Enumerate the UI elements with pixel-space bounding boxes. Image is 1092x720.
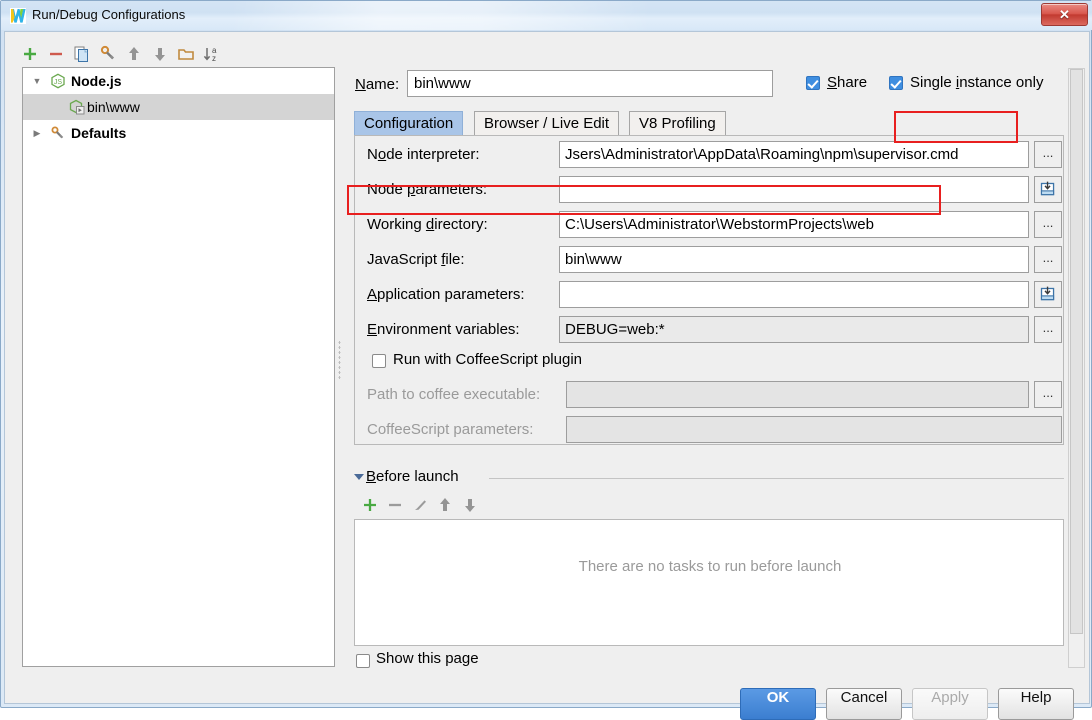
node-interpreter-input[interactable]	[559, 141, 1029, 168]
create-folder-button[interactable]	[175, 42, 197, 66]
coffeescript-parameters-input	[566, 416, 1062, 443]
share-checkbox[interactable]	[806, 76, 820, 90]
sort-configurations-button[interactable]: a z	[201, 42, 223, 66]
remove-configuration-button[interactable]	[45, 42, 67, 66]
dialog-window: Run/Debug Configurations ✕ a z ▼ JS Node…	[0, 0, 1092, 720]
panel-splitter[interactable]	[336, 68, 344, 666]
remove-task-button[interactable]	[383, 494, 408, 516]
tree-node-label: Node.js	[71, 73, 122, 89]
run-with-coffeescript-label[interactable]: Run with CoffeeScript plugin	[393, 351, 582, 368]
apply-button: Apply	[912, 688, 988, 720]
configurations-tree[interactable]: ▼ JS Node.js bin\www ▶ Defaults	[22, 67, 335, 667]
environment-variables-input[interactable]	[559, 316, 1029, 343]
close-window-button[interactable]: ✕	[1041, 3, 1088, 26]
name-label: Name:	[355, 76, 400, 93]
move-task-down-button[interactable]	[458, 494, 483, 516]
working-directory-browse-button[interactable]: ...	[1034, 211, 1062, 238]
node-interpreter-label: Node interpreter:	[367, 146, 480, 163]
title-bar: Run/Debug Configurations ✕	[1, 1, 1092, 30]
scrollbar-thumb[interactable]	[1070, 69, 1083, 634]
expand-editor-icon	[1040, 286, 1055, 301]
tab-v8-profiling[interactable]: V8 Profiling	[629, 111, 726, 136]
move-task-up-button[interactable]	[433, 494, 458, 516]
node-interpreter-browse-button[interactable]: ...	[1034, 141, 1062, 168]
environment-variables-label: Environment variables:	[367, 321, 520, 338]
dialog-button-bar: OK Cancel Apply Help	[5, 668, 1091, 720]
titlebar-sheen	[231, 1, 651, 30]
show-this-page-checkbox[interactable]	[356, 654, 370, 668]
svg-text:JS: JS	[54, 79, 63, 86]
coffee-path-input	[566, 381, 1029, 408]
javascript-file-browse-button[interactable]: ...	[1034, 246, 1062, 273]
run-with-coffeescript-checkbox[interactable]	[372, 354, 386, 368]
configuration-tab-body: Node interpreter: ... Node parameters: W…	[354, 135, 1064, 445]
editor-panel-scrollbar[interactable]	[1068, 68, 1085, 668]
splitter-grip-icon	[338, 340, 341, 380]
application-parameters-input[interactable]	[559, 281, 1029, 308]
close-icon: ✕	[1059, 7, 1070, 22]
add-configuration-button[interactable]	[19, 42, 41, 66]
application-parameters-label: Application parameters:	[367, 286, 525, 303]
copy-configuration-button[interactable]	[71, 42, 93, 66]
move-up-button[interactable]	[123, 42, 145, 66]
edit-defaults-button[interactable]	[97, 42, 119, 66]
nodejs-run-icon	[69, 99, 85, 115]
expand-arrow-icon[interactable]: ▼	[29, 68, 45, 94]
tab-configuration[interactable]: Configuration	[354, 111, 464, 136]
before-launch-title: Before launch	[366, 468, 459, 485]
move-down-button[interactable]	[149, 42, 171, 66]
webstorm-icon	[10, 8, 26, 24]
collapse-arrow-icon[interactable]: ▶	[29, 120, 45, 146]
working-directory-input[interactable]	[559, 211, 1029, 238]
javascript-file-label: JavaScript file:	[367, 251, 465, 268]
wrench-icon	[51, 126, 64, 139]
before-launch-task-list[interactable]: There are no tasks to run before launch	[354, 519, 1064, 646]
tree-node-nodejs[interactable]: ▼ JS Node.js	[23, 68, 334, 94]
svg-text:z: z	[212, 54, 216, 63]
single-instance-checkbox[interactable]	[889, 76, 903, 90]
add-task-button[interactable]	[358, 494, 383, 516]
tab-browser-live-edit[interactable]: Browser / Live Edit	[474, 111, 620, 136]
cancel-button[interactable]: Cancel	[826, 688, 902, 720]
before-launch-collapse-icon[interactable]	[354, 474, 364, 480]
application-parameters-expand-button[interactable]	[1034, 281, 1062, 308]
help-button[interactable]: Help	[998, 688, 1074, 720]
name-input[interactable]	[407, 70, 773, 97]
window-title: Run/Debug Configurations	[32, 7, 186, 22]
dialog-client-area: a z ▼ JS Node.js bin\www ▶ Defaults Name…	[4, 31, 1091, 720]
configurations-toolbar: a z	[19, 42, 329, 68]
tree-node-label: Defaults	[71, 125, 127, 141]
before-launch-header: Before launch	[354, 468, 1064, 488]
tree-node-bin-www[interactable]: bin\www	[23, 94, 334, 120]
node-parameters-label: Node parameters:	[367, 181, 488, 198]
single-instance-label[interactable]: Single instance only	[910, 74, 1043, 91]
editor-tabs: Configuration Browser / Live Edit V8 Pro…	[354, 111, 1064, 136]
node-parameters-expand-button[interactable]	[1034, 176, 1062, 203]
coffeescript-parameters-label: CoffeeScript parameters:	[367, 421, 534, 438]
javascript-file-input[interactable]	[559, 246, 1029, 273]
before-launch-separator	[489, 478, 1064, 479]
before-launch-empty-text: There are no tasks to run before launch	[578, 558, 842, 575]
share-label[interactable]: Share	[827, 74, 867, 91]
configuration-editor-panel: Name: Share Single instance only Configu…	[346, 32, 1091, 704]
ok-button[interactable]: OK	[740, 688, 816, 720]
edit-task-button[interactable]	[408, 494, 433, 516]
coffee-path-label: Path to coffee executable:	[367, 386, 541, 403]
coffee-path-browse-button[interactable]: ...	[1034, 381, 1062, 408]
before-launch-toolbar	[358, 494, 578, 516]
tree-node-label: bin\www	[87, 99, 140, 115]
environment-variables-browse-button[interactable]: ...	[1034, 316, 1062, 343]
node-parameters-input[interactable]	[559, 176, 1029, 203]
expand-editor-icon	[1040, 181, 1055, 196]
nodejs-icon: JS	[51, 73, 65, 89]
working-directory-label: Working directory:	[367, 216, 488, 233]
show-this-page-label[interactable]: Show this page	[376, 650, 479, 667]
tree-node-defaults[interactable]: ▶ Defaults	[23, 120, 334, 146]
